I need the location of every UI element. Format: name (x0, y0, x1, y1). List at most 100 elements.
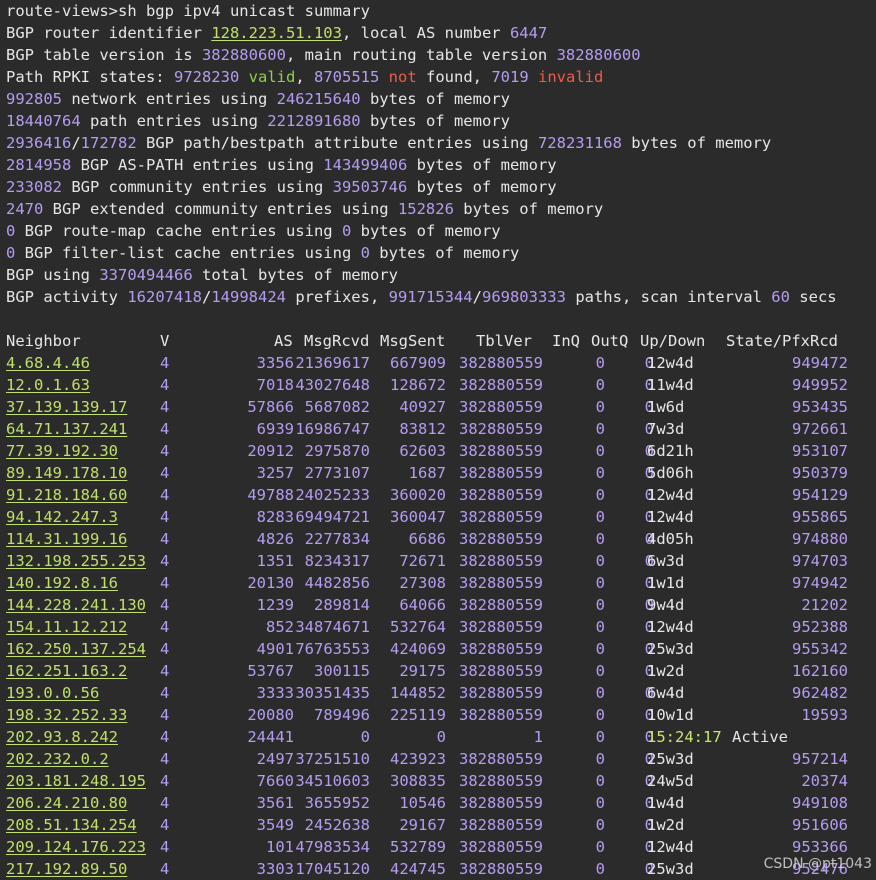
header-inq: InQ (552, 332, 580, 350)
neighbor-inq: 0 (595, 816, 605, 834)
neighbor-address[interactable]: 12.0.1.63 (6, 374, 90, 396)
neighbor-tblver: 382880559 (459, 640, 543, 658)
neighbor-address[interactable]: 209.124.176.223 (6, 836, 146, 858)
neighbor-address[interactable]: 94.142.247.3 (6, 506, 118, 528)
memory-line: 18440764 path entries using 2212891680 b… (6, 110, 876, 132)
memory-count-2: 172782 (80, 134, 137, 152)
neighbor-address[interactable]: 208.51.134.254 (6, 814, 137, 836)
neighbor-address[interactable]: 202.232.0.2 (6, 748, 109, 770)
neighbor-inq: 0 (595, 684, 605, 702)
memory-tail: bytes of memory (453, 200, 604, 218)
neighbor-updown: 9w4d (647, 596, 685, 614)
neighbor-row: 132.198.255.253 4 1351 8234317 72671 38288055… (6, 550, 876, 572)
neighbor-address[interactable]: 206.24.210.80 (6, 792, 127, 814)
neighbor-address[interactable]: 4.68.4.46 (6, 352, 90, 374)
neighbor-inq: 0 (595, 420, 605, 438)
neighbor-address[interactable]: 154.11.12.212 (6, 616, 127, 638)
neighbor-row: 89.149.178.10 4 3257 2773107 1687 382880559 0 0… (6, 462, 876, 484)
neighbor-msgrcvd: 8234317 (304, 552, 370, 570)
neighbor-address[interactable]: 193.0.0.56 (6, 682, 99, 704)
neighbor-msgsent: 360020 (390, 486, 446, 504)
neighbor-address[interactable]: 202.93.8.242 (6, 726, 118, 748)
neighbor-state-pfxrcd: 953107 (792, 442, 848, 460)
memory-tail: bytes of memory (369, 244, 520, 262)
neighbor-as: 852 (266, 618, 294, 636)
neighbor-state-pfxrcd: 949952 (792, 376, 848, 394)
neighbor-msgsent: 225119 (390, 706, 446, 724)
local-as-value: 6447 (509, 24, 548, 42)
neighbor-tblver: 382880559 (459, 486, 543, 504)
neighbor-address[interactable]: 217.192.89.50 (6, 858, 127, 880)
neighbor-updown: 12w4d (647, 354, 694, 372)
neighbor-address[interactable]: 162.250.137.254 (6, 638, 146, 660)
neighbor-inq: 0 (595, 618, 605, 636)
neighbor-version: 4 (160, 860, 170, 878)
memory-line: 0 BGP filter-list cache entries using 0 … (6, 242, 876, 264)
memory-tail: bytes of memory (407, 178, 557, 196)
neighbor-version: 4 (160, 574, 170, 592)
memory-count: 992805 (6, 90, 62, 108)
neighbor-updown: 6w3d (647, 552, 685, 570)
neighbor-address[interactable]: 162.251.163.2 (6, 660, 127, 682)
neighbor-address[interactable]: 132.198.255.253 (6, 550, 146, 572)
neighbor-msgsent: 0 (436, 728, 446, 746)
router-id-value[interactable]: 128.223.51.103 (211, 24, 342, 42)
neighbor-address[interactable]: 37.139.139.17 (6, 396, 127, 418)
terminal-window[interactable]: route-views>sh bgp ipv4 unicast summary … (0, 0, 876, 880)
neighbor-tblver: 382880559 (459, 860, 543, 878)
neighbor-row: 64.71.137.241 4 6939 16986747 83812 382880559… (6, 418, 876, 440)
neighbor-msgrcvd: 2773107 (304, 464, 370, 482)
neighbor-address[interactable]: 203.181.248.195 (6, 770, 146, 792)
memory-line: 2936416/172782 BGP path/bestpath attribu… (6, 134, 772, 152)
neighbor-inq: 0 (595, 640, 605, 658)
neighbor-msgrcvd: 17045120 (295, 860, 370, 878)
neighbor-msgsent: 64066 (399, 596, 446, 614)
neighbor-updown: 6d21h (647, 442, 694, 460)
neighbor-address[interactable]: 140.192.8.16 (6, 572, 118, 594)
memory-label: BGP path/bestpath attribute entries usin… (136, 134, 538, 152)
neighbor-inq: 0 (595, 772, 605, 790)
rpki-not-count: 8705515 (314, 68, 380, 86)
neighbor-row: 12.0.1.63 4 7018 43027648 128672 382880559 0 0 1… (6, 374, 876, 396)
neighbor-row: 37.139.139.17 4 57866 5687082 40927 382880559… (6, 396, 876, 418)
neighbor-msgrcvd: 21369617 (295, 354, 370, 372)
header-msgrcvd: MsgRcvd (304, 332, 370, 350)
memory-count: 233082 (6, 178, 62, 196)
neighbor-inq: 0 (595, 398, 605, 416)
command-prompt-line: route-views>sh bgp ipv4 unicast summary (6, 0, 876, 22)
memory-tail: bytes of memory (621, 134, 772, 152)
router-id-label: BGP router identifier (6, 24, 212, 42)
neighbor-tblver: 382880559 (459, 772, 543, 790)
neighbor-inq: 0 (595, 464, 605, 482)
memory-count: 0 (6, 222, 16, 240)
neighbor-as: 3549 (256, 816, 294, 834)
neighbor-tblver: 382880559 (459, 464, 543, 482)
neighbor-updown: 11w4d (647, 376, 694, 394)
command-prompt: route-views>sh bgp ipv4 unicast summary (6, 2, 370, 20)
neighbor-tblver: 382880559 (459, 354, 543, 372)
neighbor-address[interactable]: 64.71.137.241 (6, 418, 127, 440)
neighbor-tblver: 382880559 (459, 398, 543, 416)
neighbor-updown: 5d06h (647, 464, 694, 482)
memory-label: network entries using (62, 90, 277, 108)
neighbor-state-pfxrcd: 957214 (792, 750, 848, 768)
neighbor-address[interactable]: 144.228.241.130 (6, 594, 146, 616)
neighbor-address[interactable]: 77.39.192.30 (6, 440, 118, 462)
neighbor-inq: 0 (595, 354, 605, 372)
neighbor-tblver: 382880559 (459, 508, 543, 526)
neighbor-row: 202.93.8.242 4 24441 0 0 1 0 0 15:24:17 Active (6, 726, 876, 748)
neighbor-as: 6939 (256, 420, 294, 438)
neighbor-state-pfxrcd: 974703 (792, 552, 848, 570)
neighbor-address[interactable]: 198.32.252.33 (6, 704, 127, 726)
neighbor-tblver: 382880559 (459, 838, 543, 856)
neighbor-address[interactable]: 114.31.199.16 (6, 528, 127, 550)
neighbor-msgsent: 667909 (390, 354, 446, 372)
neighbor-tblver: 382880559 (459, 420, 543, 438)
neighbor-msgrcvd: 2452638 (304, 816, 370, 834)
neighbor-address[interactable]: 89.149.178.10 (6, 462, 127, 484)
neighbor-state-pfxrcd: 974942 (792, 574, 848, 592)
total-memory-line: BGP using 3370494466 total bytes of memo… (6, 264, 876, 286)
neighbor-msgsent: 10546 (399, 794, 446, 812)
neighbor-row: 198.32.252.33 4 20080 789496 225119 382880559… (6, 704, 876, 726)
neighbor-address[interactable]: 91.218.184.60 (6, 484, 127, 506)
